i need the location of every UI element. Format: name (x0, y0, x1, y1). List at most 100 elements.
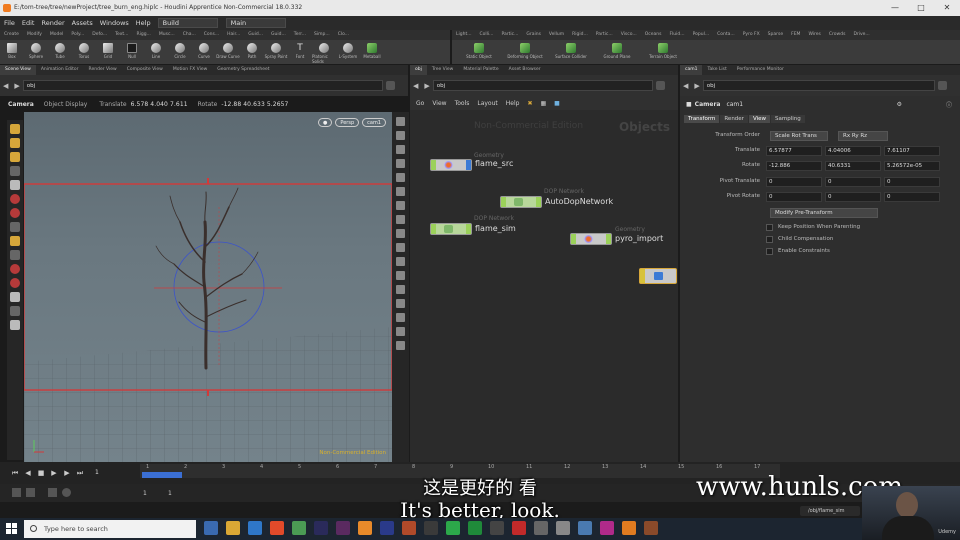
light-icon[interactable] (396, 145, 405, 154)
pane-tab[interactable]: Guid... (244, 30, 267, 40)
translate-values[interactable]: 6.578 4.040 7.611 (131, 101, 188, 108)
premiere-icon[interactable] (336, 521, 350, 535)
pane-tab[interactable]: Motion FX View (168, 65, 212, 75)
pane-tab[interactable]: FEM (787, 30, 804, 40)
keep-position-checkbox[interactable] (766, 224, 773, 231)
photoshop-icon[interactable] (380, 521, 394, 535)
menu-render[interactable]: Render (41, 16, 64, 30)
shelf-tool[interactable]: Line (144, 40, 168, 64)
pane-tab[interactable]: Modify (23, 30, 46, 40)
pane-tab[interactable]: Musc... (155, 30, 179, 40)
persp-button[interactable]: Persp (335, 118, 360, 127)
shelf-tool[interactable]: Platonic Solids (312, 40, 336, 64)
camera-select-button[interactable]: cam1 (362, 118, 386, 127)
param-field[interactable]: 0 (884, 192, 940, 202)
shelf-tool[interactable]: Sphere (24, 40, 48, 64)
rotate-order-select[interactable]: Rx Ry Rz (838, 131, 888, 141)
pane-tab[interactable]: Grains (522, 30, 545, 40)
pane-tab[interactable]: obj (410, 65, 427, 75)
shelf-tool[interactable]: Torus (72, 40, 96, 64)
menu-file[interactable]: File (4, 16, 15, 30)
shading-icon[interactable] (396, 159, 405, 168)
shelf-tool[interactable]: Terrain Object (640, 40, 686, 64)
pane-tab[interactable]: Fluid... (665, 30, 688, 40)
forward-arrow-icon[interactable]: ▶ (694, 82, 699, 90)
background-icon[interactable] (396, 271, 405, 280)
pin-icon[interactable] (937, 81, 947, 90)
record-tool-icon[interactable] (10, 278, 20, 288)
path-field-right[interactable]: obj (702, 80, 935, 91)
param-field[interactable]: 7.61107 (884, 146, 940, 156)
transform-order-select[interactable]: Scale Rot Trans (770, 131, 828, 141)
file-explorer-icon[interactable] (226, 521, 240, 535)
group-tool-icon[interactable] (10, 250, 20, 260)
pane-tab[interactable]: cam1 (680, 65, 703, 75)
app-icon[interactable] (292, 521, 306, 535)
param-field[interactable]: 4.04006 (825, 146, 881, 156)
flipbook-icon[interactable] (396, 327, 405, 336)
excel-icon[interactable] (468, 521, 482, 535)
rotate-values[interactable]: -12.88 40.633 5.2657 (221, 101, 288, 108)
pane-tab[interactable]: Guid... (267, 30, 290, 40)
pane-tab[interactable]: Light... (452, 30, 476, 40)
close-icon[interactable]: ✕ (934, 0, 960, 16)
context-dropdown[interactable]: Main (225, 18, 286, 28)
app-blue-icon[interactable] (578, 521, 592, 535)
maximize-icon[interactable]: □ (908, 0, 934, 16)
pane-tab[interactable]: Defo... (88, 30, 111, 40)
pane-tab[interactable]: Rigid... (568, 30, 592, 40)
taskbar-search-box[interactable]: Type here to search (24, 520, 196, 538)
pane-tab[interactable]: Simp... (310, 30, 334, 40)
paint-tool-icon[interactable] (10, 236, 20, 246)
snapping-icon[interactable] (396, 243, 405, 252)
forward-arrow-icon[interactable]: ▶ (14, 82, 19, 90)
pane-tab[interactable]: Conta... (713, 30, 739, 40)
pane-tab[interactable]: Crowds (825, 30, 850, 40)
layer-tool-icon[interactable] (10, 306, 20, 316)
network-grid-icon[interactable]: ▦ (540, 100, 546, 107)
view-tool-icon[interactable] (10, 208, 20, 218)
shelf-tool[interactable]: Null (120, 40, 144, 64)
after-effects-icon[interactable] (314, 521, 328, 535)
pane-tab[interactable]: Material Palette (458, 65, 503, 75)
guide-icon[interactable] (396, 257, 405, 266)
enable-constraints-checkbox[interactable] (766, 248, 773, 255)
vectors-icon[interactable] (396, 215, 405, 224)
edge-icon[interactable] (248, 521, 262, 535)
pane-tab[interactable]: Terr... (290, 30, 310, 40)
scale-tool-icon[interactable] (10, 166, 20, 176)
object-display-label[interactable]: Object Display (44, 101, 88, 108)
normals-icon[interactable] (396, 201, 405, 210)
camera-icon[interactable] (396, 299, 405, 308)
shelf-tool[interactable]: T Font (288, 40, 312, 64)
shelf-tool[interactable]: Draw Curve (216, 40, 240, 64)
help-icon[interactable]: ⓘ (946, 100, 952, 109)
forward-arrow-icon[interactable]: ▶ (424, 82, 429, 90)
node-pyro-import[interactable] (570, 233, 612, 245)
light-tool-icon[interactable] (10, 292, 20, 302)
param-field[interactable]: 0 (766, 177, 822, 187)
pane-tab[interactable]: Visco... (617, 30, 641, 40)
app-pink-icon[interactable] (600, 521, 614, 535)
modify-pre-transform-button[interactable]: Modify Pre-Transform (770, 208, 878, 218)
back-arrow-icon[interactable]: ◀ (413, 82, 418, 90)
app-brown-icon[interactable] (644, 521, 658, 535)
node-name[interactable]: flame_sim (475, 224, 516, 233)
tab-transform[interactable]: Transform (684, 115, 720, 123)
vlc-icon[interactable] (358, 521, 372, 535)
net-menu-go[interactable]: Go (416, 100, 424, 107)
pane-tab[interactable]: Animation Editor (36, 65, 84, 75)
magnet-tool-icon[interactable] (10, 264, 20, 274)
param-field[interactable]: 0 (884, 177, 940, 187)
node-name[interactable]: AutoDopNetwork (545, 197, 613, 206)
param-field[interactable]: -12.886 (766, 161, 822, 171)
ghost-icon[interactable] (396, 131, 405, 140)
windows-start-icon[interactable] (6, 523, 18, 535)
pane-tab[interactable]: Wires (804, 30, 824, 40)
param-field[interactable]: 0 (766, 192, 822, 202)
pane-tab[interactable]: Sparse (764, 30, 787, 40)
menu-edit[interactable]: Edit (22, 16, 35, 30)
pane-tab[interactable]: Pyro FX (739, 30, 764, 40)
menu-windows[interactable]: Windows (100, 16, 129, 30)
menu-assets[interactable]: Assets (72, 16, 93, 30)
